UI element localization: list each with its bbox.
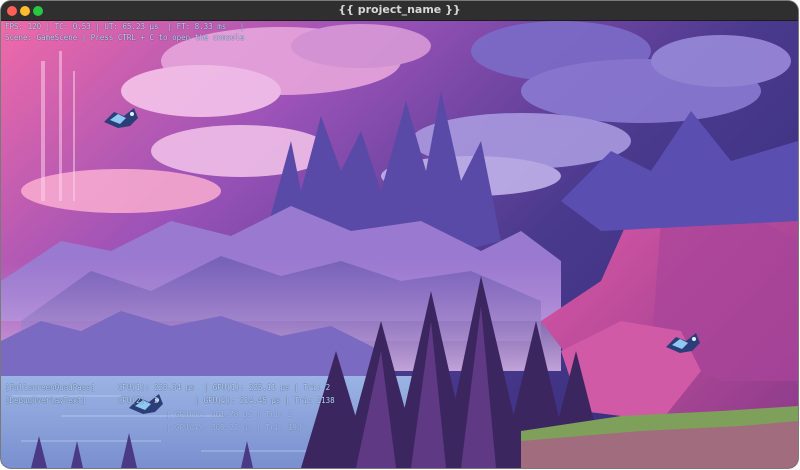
hud-render-pass-row: [FullscreenQuadPass] CPU(1): 223.34 µs |… [5, 383, 331, 392]
hud-performance-stats: FPS: 120 | TC: 0.53 | UT: 65.23 µs | FT:… [5, 22, 249, 31]
hud-render-pass-row-faded: | GPU(4): 305.22 µs | Tri: 190 [166, 423, 302, 432]
hud-console-hint: Scene: GameScene | Press CTRL + C to ope… [5, 33, 245, 42]
hud-render-pass-row-faded: | GPU(3): 301.78 µs | Tri: 2 [166, 410, 293, 419]
title-bar[interactable]: {{ project_name }} [1, 1, 798, 21]
window-title: {{ project_name }} [338, 3, 461, 16]
app-window: {{ project_name }} FPS: 120 | TC: 0.53 |… [1, 1, 798, 468]
hud-render-pass-row: [DebugOverlayText] CPU(2): 2 | GPU(2): 2… [5, 396, 335, 405]
